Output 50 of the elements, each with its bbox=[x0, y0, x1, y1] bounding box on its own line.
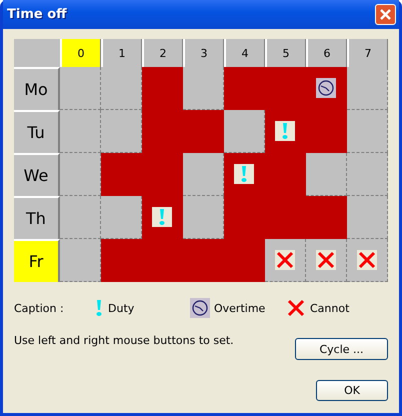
corner-cell bbox=[14, 39, 60, 67]
close-icon bbox=[379, 8, 392, 21]
column-header[interactable]: 3 bbox=[183, 39, 224, 67]
schedule-cell[interactable] bbox=[306, 239, 347, 282]
caption-label: Caption : bbox=[14, 302, 65, 314]
schedule-cell[interactable] bbox=[183, 67, 224, 110]
schedule-cell[interactable] bbox=[60, 67, 101, 110]
schedule-cell[interactable] bbox=[101, 239, 142, 282]
schedule-cell[interactable] bbox=[183, 196, 224, 239]
schedule-cell[interactable] bbox=[347, 67, 388, 110]
legend-label: Duty bbox=[108, 302, 134, 314]
close-button[interactable] bbox=[375, 4, 396, 25]
column-header[interactable]: 7 bbox=[347, 39, 388, 67]
schedule-cell[interactable] bbox=[101, 196, 142, 239]
schedule-cell[interactable] bbox=[60, 110, 101, 153]
schedule-cell[interactable] bbox=[306, 196, 347, 239]
column-header[interactable]: 5 bbox=[265, 39, 306, 67]
row-header[interactable]: Mo bbox=[14, 67, 60, 110]
schedule-cell[interactable] bbox=[347, 196, 388, 239]
schedule-cell[interactable] bbox=[347, 153, 388, 196]
schedule-cell[interactable] bbox=[347, 239, 388, 282]
schedule-cell[interactable] bbox=[183, 153, 224, 196]
schedule-cell[interactable] bbox=[60, 239, 101, 282]
legend-label: Overtime bbox=[214, 302, 266, 314]
schedule-cell[interactable] bbox=[347, 110, 388, 153]
instruction-text: Use left and right mouse buttons to set. bbox=[14, 334, 234, 347]
row-header[interactable]: Th bbox=[14, 196, 60, 239]
schedule-cell[interactable] bbox=[224, 110, 265, 153]
cycle-button[interactable]: Cycle ... bbox=[295, 338, 388, 360]
schedule-cell[interactable] bbox=[224, 67, 265, 110]
schedule-cell[interactable] bbox=[101, 67, 142, 110]
schedule-cell[interactable] bbox=[306, 153, 347, 196]
column-header[interactable]: 0 bbox=[60, 39, 101, 67]
ok-button[interactable]: OK bbox=[316, 380, 388, 401]
schedule-cell[interactable] bbox=[265, 239, 306, 282]
column-header[interactable]: 4 bbox=[224, 39, 265, 67]
window-title: Time off bbox=[7, 7, 67, 22]
column-header[interactable]: 6 bbox=[306, 39, 347, 67]
row-header[interactable]: Fr bbox=[14, 239, 60, 282]
column-header[interactable]: 1 bbox=[101, 39, 142, 67]
schedule-cell[interactable] bbox=[60, 153, 101, 196]
schedule-cell[interactable] bbox=[101, 153, 142, 196]
schedule-cell[interactable] bbox=[60, 196, 101, 239]
row-header[interactable]: We bbox=[14, 153, 60, 196]
schedule-cell[interactable] bbox=[183, 110, 224, 153]
schedule-cell[interactable] bbox=[101, 110, 142, 153]
column-header[interactable]: 2 bbox=[142, 39, 183, 67]
row-header[interactable]: Tu bbox=[14, 110, 60, 153]
schedule-cell[interactable] bbox=[142, 67, 183, 110]
legend-label: Cannot bbox=[310, 302, 350, 314]
